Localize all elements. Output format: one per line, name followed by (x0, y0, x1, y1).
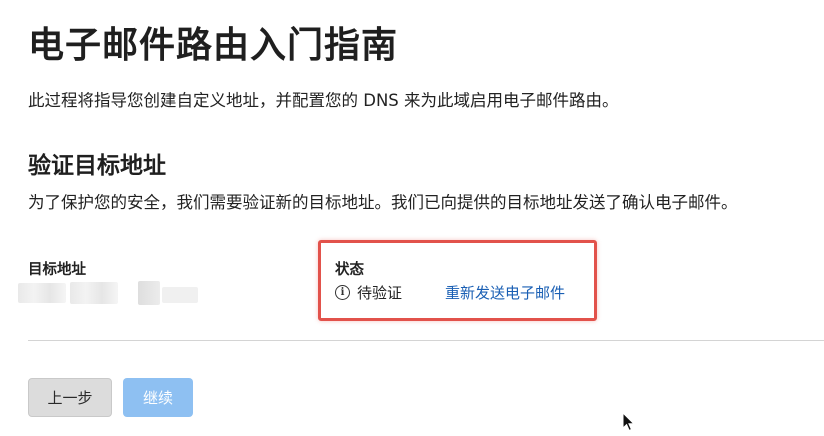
status-header: 状态 (335, 262, 364, 278)
continue-button[interactable]: 继续 (123, 378, 193, 417)
section-description: 为了保护您的安全，我们需要验证新的目标地址。我们已向提供的目标地址发送了确认电子… (28, 193, 738, 212)
mouse-pointer-icon (622, 411, 636, 436)
page-title: 电子邮件路由入门指南 (28, 25, 399, 66)
back-button[interactable]: 上一步 (28, 378, 112, 417)
resend-email-link[interactable]: 重新发送电子邮件 (445, 282, 565, 303)
page-intro: 此过程将指导您创建自定义地址，并配置您的 DNS 来为此域启用电子邮件路由。 (28, 91, 619, 110)
section-title: 验证目标地址 (28, 153, 166, 179)
status-value: 待验证 (357, 284, 403, 302)
divider (28, 340, 824, 341)
info-circle-icon: i (335, 285, 350, 300)
status-indicator: i 待验证 (335, 282, 402, 303)
destination-address-header: 目标地址 (28, 262, 86, 278)
status-highlight-box (318, 240, 597, 321)
